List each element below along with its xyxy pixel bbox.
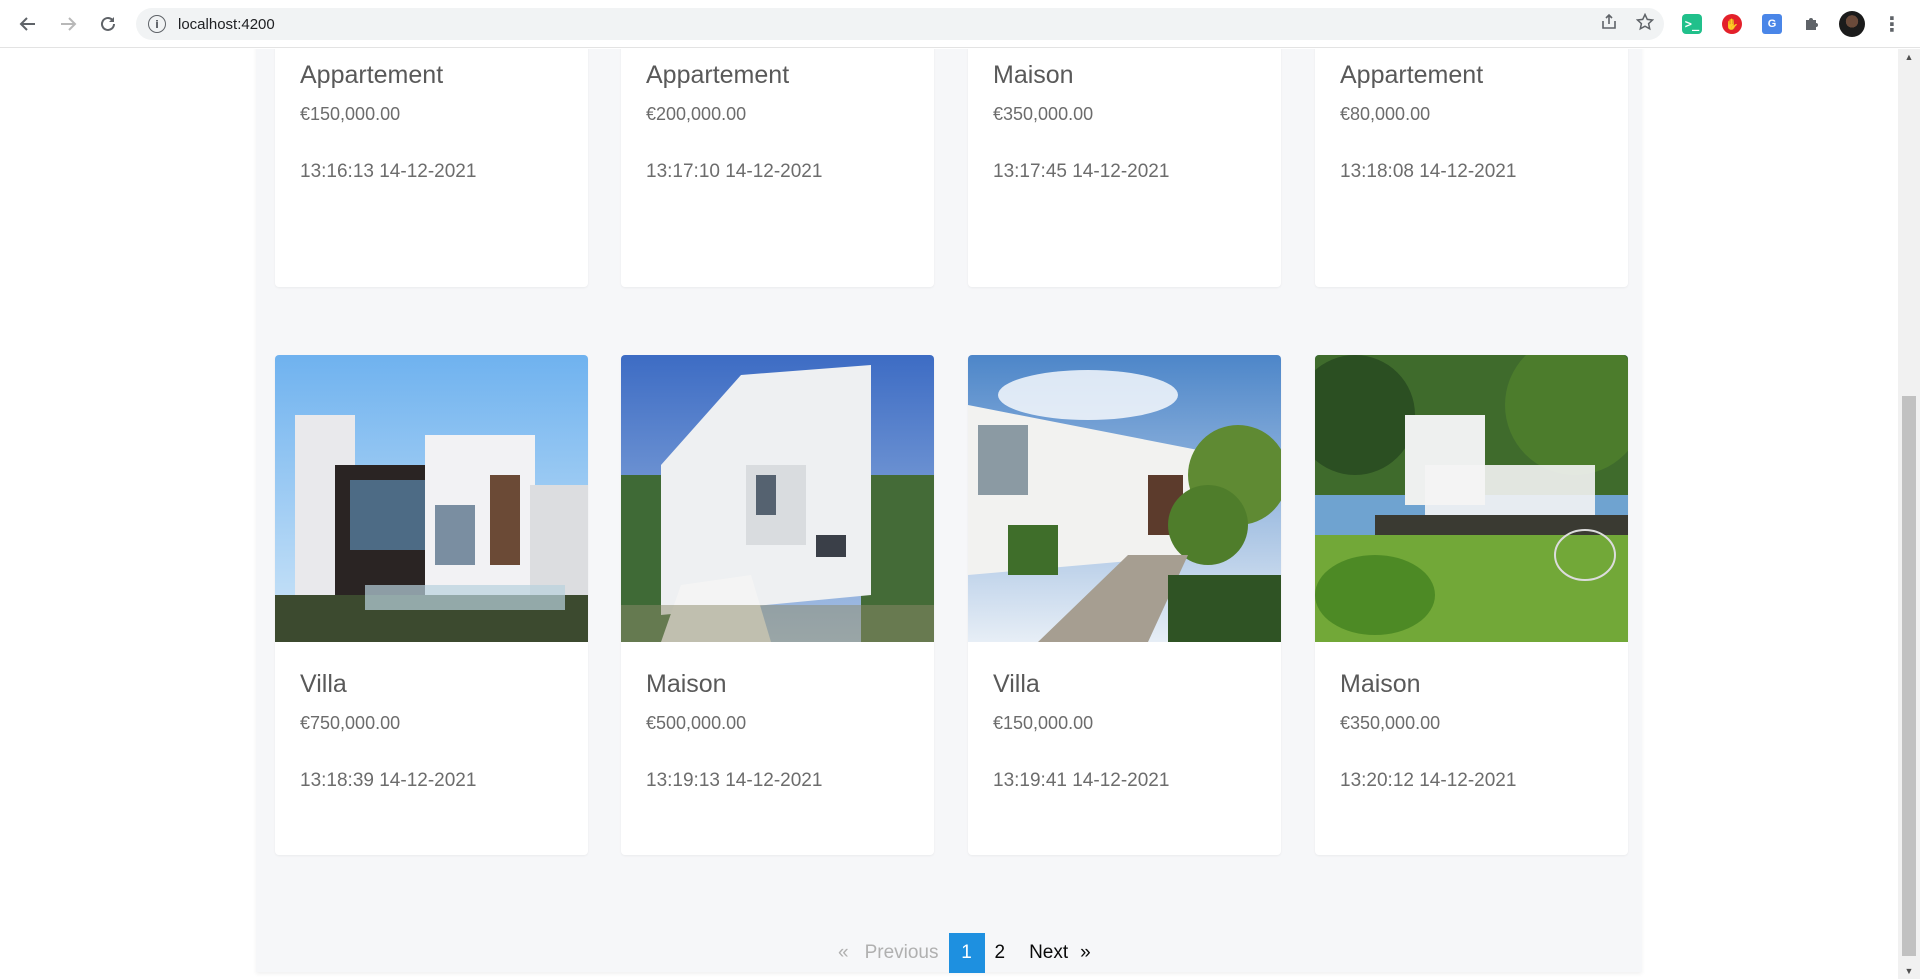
- listing-type: Appartement: [1340, 61, 1484, 89]
- listing-card[interactable]: Villa €150,000.00 13:19:41 14-12-2021: [968, 355, 1281, 855]
- listing-card[interactable]: Appartement €80,000.00 13:18:08 14-12-20…: [1315, 49, 1628, 287]
- back-icon[interactable]: [8, 4, 48, 44]
- scrollbar-thumb[interactable]: [1902, 396, 1916, 956]
- listing-type: Appartement: [646, 61, 790, 89]
- listing-type: Maison: [993, 61, 1074, 89]
- listing-price: €200,000.00: [646, 104, 747, 124]
- listing-price: €80,000.00: [1340, 104, 1431, 124]
- listing-date: 13:20:12 14-12-2021: [1340, 770, 1517, 791]
- terminal-extension-icon[interactable]: >_: [1676, 8, 1708, 40]
- address-bar[interactable]: i localhost:4200: [136, 8, 1664, 40]
- listing-date: 13:16:13 14-12-2021: [300, 161, 477, 182]
- previous-arrow: «: [838, 942, 849, 963]
- pagination: « Previous 1 2 Next »: [832, 933, 1097, 973]
- listing-photo[interactable]: [968, 355, 1281, 642]
- listing-photo[interactable]: [621, 355, 934, 642]
- scroll-down-icon[interactable]: ▼: [1898, 963, 1920, 979]
- next-button[interactable]: Next: [1015, 933, 1074, 973]
- listing-photo[interactable]: [1315, 355, 1628, 642]
- listing-card[interactable]: Appartement €150,000.00 13:16:13 14-12-2…: [275, 49, 588, 287]
- listing-card[interactable]: Maison €350,000.00 13:20:12 14-12-2021: [1315, 355, 1628, 855]
- extensions-puzzle-icon[interactable]: [1796, 8, 1828, 40]
- listing-date: 13:17:45 14-12-2021: [993, 161, 1170, 182]
- listing-date: 13:19:41 14-12-2021: [993, 770, 1170, 791]
- listing-date: 13:18:08 14-12-2021: [1340, 161, 1517, 182]
- listing-date: 13:19:13 14-12-2021: [646, 770, 823, 791]
- listing-type: Appartement: [300, 61, 444, 89]
- reload-icon[interactable]: [88, 4, 128, 44]
- adblock-extension-icon[interactable]: ✋: [1716, 8, 1748, 40]
- forward-icon[interactable]: [48, 4, 88, 44]
- page-2-button[interactable]: 2: [985, 933, 1016, 973]
- listing-price: €750,000.00: [300, 713, 401, 733]
- listing-type: Villa: [993, 670, 1040, 698]
- page-1-button[interactable]: 1: [948, 933, 985, 973]
- listing-price: €350,000.00: [993, 104, 1094, 124]
- listing-type: Maison: [646, 670, 727, 698]
- listing-card[interactable]: Villa €750,000.00 13:18:39 14-12-2021: [275, 355, 588, 855]
- listing-date: 13:18:39 14-12-2021: [300, 770, 477, 791]
- translate-extension-icon[interactable]: G: [1756, 8, 1788, 40]
- browser-toolbar: i localhost:4200 >_ ✋ G ⋮: [0, 0, 1920, 48]
- profile-avatar[interactable]: [1836, 8, 1868, 40]
- next-arrow[interactable]: »: [1074, 933, 1097, 973]
- listing-price: €500,000.00: [646, 713, 747, 733]
- scroll-up-icon[interactable]: ▲: [1898, 49, 1920, 65]
- share-icon[interactable]: [1600, 13, 1618, 36]
- listing-card[interactable]: Maison €350,000.00 13:17:45 14-12-2021: [968, 49, 1281, 287]
- listings-container: Appartement €150,000.00 13:16:13 14-12-2…: [256, 49, 1642, 972]
- listing-type: Villa: [300, 670, 347, 698]
- page-scrollbar[interactable]: ▲ ▼: [1898, 49, 1920, 979]
- listing-price: €350,000.00: [1340, 713, 1441, 733]
- site-info-icon[interactable]: i: [148, 15, 166, 33]
- listing-card[interactable]: Appartement €200,000.00 13:17:10 14-12-2…: [621, 49, 934, 287]
- browser-menu-icon[interactable]: ⋮: [1876, 8, 1908, 40]
- page-viewport: Appartement €150,000.00 13:16:13 14-12-2…: [0, 49, 1898, 979]
- listing-date: 13:17:10 14-12-2021: [646, 161, 823, 182]
- listing-photo[interactable]: [275, 355, 588, 642]
- listing-card[interactable]: Maison €500,000.00 13:19:13 14-12-2021: [621, 355, 934, 855]
- listing-price: €150,000.00: [300, 104, 401, 124]
- previous-button[interactable]: Previous: [855, 933, 949, 973]
- bookmark-star-icon[interactable]: [1635, 12, 1655, 36]
- listing-price: €150,000.00: [993, 713, 1094, 733]
- listing-type: Maison: [1340, 670, 1421, 698]
- url-text[interactable]: localhost:4200: [178, 16, 275, 33]
